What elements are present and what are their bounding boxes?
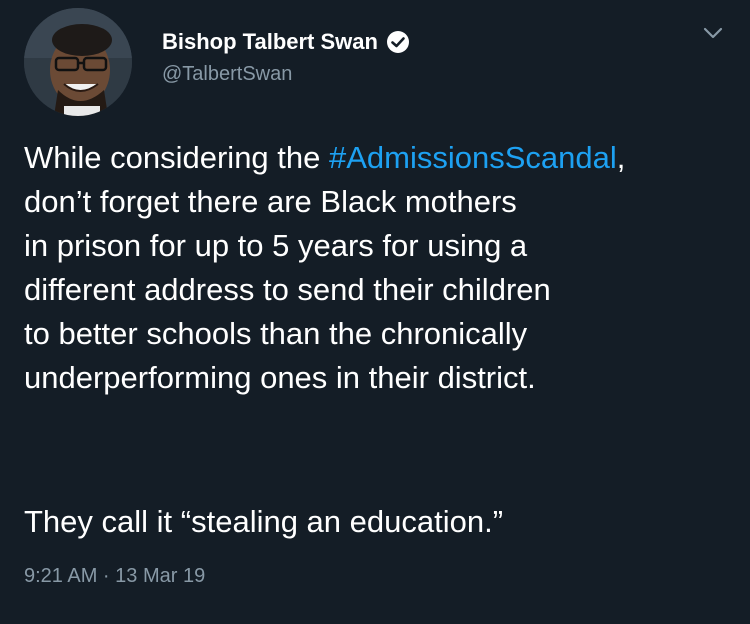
tweet-line-4: different address to send their children xyxy=(24,272,551,307)
tweet-line-1-after: , xyxy=(616,140,626,175)
avatar-image xyxy=(24,8,132,116)
author-name-text: Bishop Talbert Swan xyxy=(162,29,378,54)
tweet-line-5: to better schools than the chronically xyxy=(24,316,528,351)
avatar[interactable] xyxy=(24,8,132,116)
verified-badge-icon xyxy=(386,31,409,53)
tweet-line-1: While considering the #AdmissionsScandal… xyxy=(24,136,734,180)
author-handle[interactable]: @TalbertSwan xyxy=(162,63,292,86)
chevron-down-icon[interactable] xyxy=(700,20,726,46)
tweet-timestamp[interactable]: 9:21 AM · 13 Mar 19 xyxy=(24,565,205,588)
tweet-line-6: underperforming ones in their district. xyxy=(24,360,536,395)
tweet-closing-line: They call it “stealing an education.” xyxy=(24,504,504,539)
tweet-line-3: in prison for up to 5 years for using a xyxy=(24,228,528,263)
tweet-line-1-before: While considering the xyxy=(24,140,329,175)
tweet-card: Bishop Talbert Swan @TalbertSwan While c… xyxy=(0,0,750,624)
tweet-text: While considering the #AdmissionsScandal… xyxy=(24,136,734,400)
hashtag-link[interactable]: #AdmissionsScandal xyxy=(329,140,617,175)
author-name[interactable]: Bishop Talbert Swan xyxy=(162,29,410,55)
tweet-line-2: don’t forget there are Black mothers xyxy=(24,184,517,219)
